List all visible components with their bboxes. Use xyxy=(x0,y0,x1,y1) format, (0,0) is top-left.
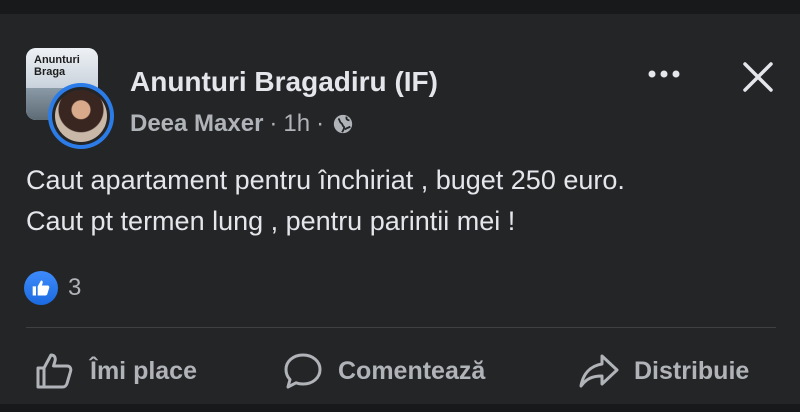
like-button[interactable]: Îmi place xyxy=(34,348,197,394)
divider xyxy=(26,327,776,328)
group-avatar-text-line-1: Anunturi xyxy=(34,54,80,66)
reactions-summary[interactable]: 3 xyxy=(24,271,81,305)
more-options-icon[interactable] xyxy=(646,66,682,82)
comment-icon xyxy=(284,353,322,389)
author-name[interactable]: Deea Maxer xyxy=(130,110,263,138)
post-text-line-2: Caut pt termen lung , pentru parintii me… xyxy=(26,206,516,236)
author-avatar[interactable] xyxy=(48,83,114,149)
like-reaction-badge xyxy=(24,271,58,305)
like-button-label: Îmi place xyxy=(90,356,197,385)
reaction-count: 3 xyxy=(68,274,82,301)
post-text: Caut apartament pentru închiriat , buget… xyxy=(26,160,786,242)
meta-separator-2: · xyxy=(316,110,325,137)
post-text-line-1: Caut apartament pentru închiriat , buget… xyxy=(26,165,625,195)
share-button[interactable]: Distribuie xyxy=(578,348,749,394)
group-name[interactable]: Anunturi Bragadiru (IF) xyxy=(130,66,438,98)
meta-separator: · xyxy=(269,110,278,137)
post-meta: Deea Maxer · 1h · xyxy=(130,110,354,138)
author-avatar-photo xyxy=(55,90,107,142)
group-avatar-text-line-2: Braga xyxy=(34,66,66,78)
share-button-label: Distribuie xyxy=(634,356,750,385)
like-icon xyxy=(32,280,50,296)
share-icon xyxy=(579,354,619,388)
globe-icon xyxy=(333,114,353,134)
group-avatar-text: Anunturi Braga xyxy=(34,54,80,78)
post-time[interactable]: 1h xyxy=(283,110,310,138)
comment-button-label: Comentează xyxy=(338,356,486,385)
post-card: Anunturi Braga Anunturi Bragadiru (IF) D… xyxy=(0,14,800,404)
close-icon[interactable] xyxy=(740,59,776,95)
comment-button[interactable]: Comentează xyxy=(282,348,485,394)
thumbs-up-icon xyxy=(36,353,73,389)
